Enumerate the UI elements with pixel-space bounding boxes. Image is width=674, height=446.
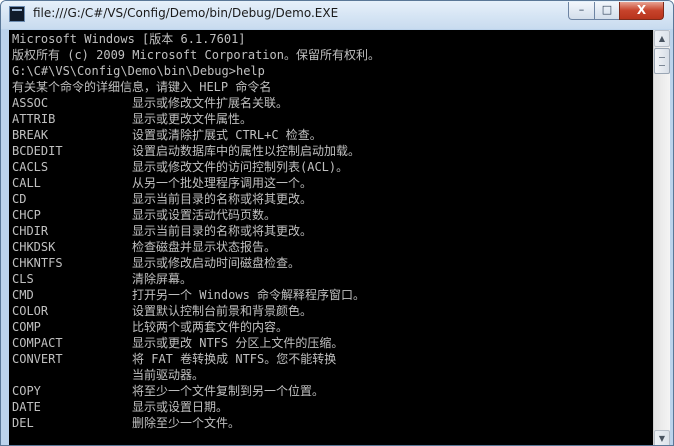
command-name: DATE [12, 400, 41, 414]
command-description: 显示或修改文件的访问控制列表(ACL)。 [132, 160, 349, 174]
close-button[interactable]: X [619, 2, 664, 20]
command-name: COMPACT [12, 336, 63, 350]
command-description: 设置默认控制台前景和背景颜色。 [132, 304, 313, 318]
command-name: CACLS [12, 160, 49, 174]
console-window: file:///G:/C#/VS/Config/Demo/bin/Debug/D… [0, 0, 674, 446]
command-description: 将至少一个文件复制到另一个位置。 [132, 384, 325, 398]
command-description: 当前驱动器。 [132, 368, 205, 382]
command-name: COMP [12, 320, 41, 334]
command-description: 设置或清除扩展式 CTRL+C 检查。 [132, 128, 322, 142]
command-name: CALL [12, 176, 41, 190]
console-header-line: 有关某个命令的详细信息，请键入 HELP 命令名 [12, 80, 272, 94]
command-description: 显示当前目录的名称或将其更改。 [132, 224, 313, 238]
command-name: CHKDSK [12, 240, 56, 254]
command-description: 删除至少一个文件。 [132, 416, 241, 430]
command-description: 显示或设置日期。 [132, 400, 229, 414]
window-title: file:///G:/C#/VS/Config/Demo/bin/Debug/D… [33, 6, 339, 20]
console-app-icon[interactable] [9, 6, 25, 22]
command-description: 比较两个或两套文件的内容。 [132, 320, 289, 334]
command-description: 显示或设置活动代码页数。 [132, 208, 277, 222]
command-description: 显示当前目录的名称或将其更改。 [132, 192, 313, 206]
vertical-scrollbar[interactable]: ▲ ▼ [653, 30, 670, 445]
command-description: 检查磁盘并显示状态报告。 [132, 240, 277, 254]
command-description: 从另一个批处理程序调用这一个。 [132, 176, 313, 190]
command-name: BCDEDIT [12, 144, 63, 158]
console-output[interactable]: Microsoft Windows [版本 6.1.7601] 版权所有 (c)… [9, 30, 653, 445]
maximize-button[interactable]: □ [594, 2, 620, 20]
command-name: COLOR [12, 304, 49, 318]
command-description: 打开另一个 Windows 命令解释程序窗口。 [132, 288, 366, 302]
command-name: ATTRIB [12, 112, 56, 126]
command-description: 显示或更改文件属性。 [132, 112, 253, 126]
command-name: DEL [12, 416, 34, 430]
scroll-up-arrow-icon[interactable]: ▲ [654, 30, 670, 47]
console-header-line: Microsoft Windows [版本 6.1.7601] [12, 32, 246, 46]
scroll-down-arrow-icon[interactable]: ▼ [654, 430, 670, 445]
command-name: CLS [12, 272, 34, 286]
command-name: CHKNTFS [12, 256, 63, 270]
command-description: 将 FAT 卷转换成 NTFS。您不能转换 [132, 352, 337, 366]
command-description: 显示或更改 NTFS 分区上文件的压缩。 [132, 336, 344, 350]
command-name: BREAK [12, 128, 49, 142]
console-header-line: 版权所有 (c) 2009 Microsoft Corporation。保留所有… [12, 48, 380, 62]
command-description: 显示或修改文件扩展名关联。 [132, 96, 289, 110]
scrollbar-thumb[interactable] [654, 48, 670, 74]
command-name: CONVERT [12, 352, 63, 366]
command-description: 设置启动数据库中的属性以控制启动加载。 [132, 144, 361, 158]
command-name: CMD [12, 288, 34, 302]
command-name: CD [12, 192, 27, 206]
command-name: ASSOC [12, 96, 49, 110]
console-prompt-line: G:\C#\VS\Config\Demo\bin\Debug>help [12, 64, 265, 78]
command-name: COPY [12, 384, 41, 398]
command-name: CHCP [12, 208, 41, 222]
command-description: 显示或修改启动时间磁盘检查。 [132, 256, 301, 270]
minimize-button[interactable]: – [568, 2, 595, 20]
command-name: CHDIR [12, 224, 49, 238]
command-description: 清除屏幕。 [132, 272, 193, 286]
